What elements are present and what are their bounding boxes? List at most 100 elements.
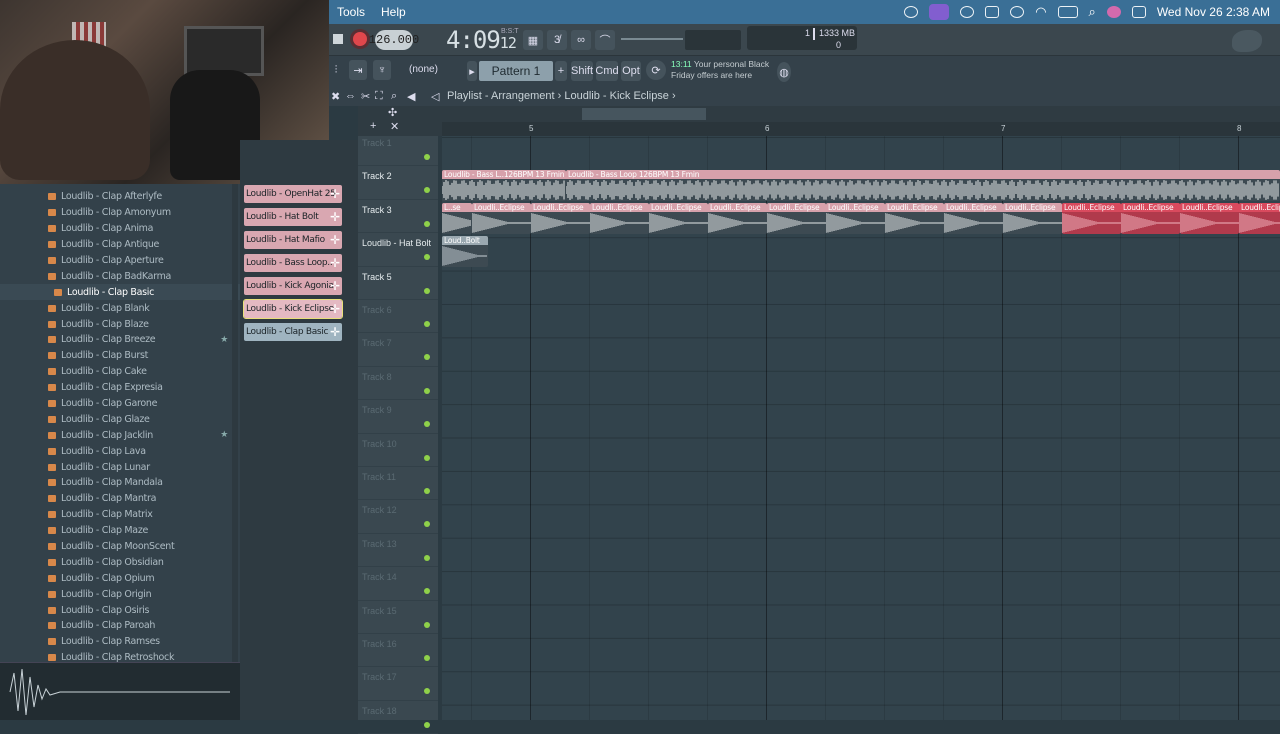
playlist-menu-icon[interactable]: ◁ xyxy=(431,90,439,103)
audio-clip[interactable]: Loudli..Eclipse xyxy=(1239,203,1280,234)
control-center-icon[interactable] xyxy=(1131,6,1146,18)
channel-add-icon[interactable]: ✛ xyxy=(328,208,342,226)
loop-record-icon[interactable]: ∞ xyxy=(571,30,591,50)
typing-keyboard-icon[interactable]: ▦ xyxy=(523,30,543,50)
playlist-grid[interactable]: Loudlib - Bass L..126BPM 13 Fmin Loudlib … xyxy=(442,136,1280,720)
audio-clip[interactable]: Loudli..Eclipse xyxy=(1003,203,1062,234)
browser-item[interactable]: Loudlib - Clap Matrix xyxy=(0,507,240,523)
add-track-icon[interactable]: + xyxy=(370,120,376,132)
channel-add-icon[interactable]: ✛ xyxy=(328,231,342,249)
menu-help[interactable]: Help xyxy=(373,5,414,19)
channel-add-icon[interactable]: ✛ xyxy=(328,323,342,341)
track-mute-led[interactable] xyxy=(424,287,430,294)
play-circle-icon[interactable] xyxy=(1010,6,1025,18)
browser-item[interactable]: Loudlib - Clap MoonScent xyxy=(0,539,240,555)
audio-clip[interactable]: Loudlib - Bass L..126BPM 13 Fmin xyxy=(442,170,566,201)
browser-item[interactable]: Loudlib - Clap Jacklin ★ xyxy=(0,427,240,443)
speaker-icon[interactable]: ◀ xyxy=(407,90,415,103)
add-pattern-button[interactable]: + xyxy=(555,61,567,81)
browser-item[interactable]: Loudlib - Clap Glaze xyxy=(0,411,240,427)
track-header[interactable]: Loudlib - Hat Bolt xyxy=(358,233,438,267)
display-icon[interactable] xyxy=(985,6,1000,18)
metronome-icon[interactable]: ⌒ xyxy=(595,30,615,50)
browser-item[interactable]: Loudlib - Clap Blaze xyxy=(0,316,240,332)
track-header[interactable]: Track 15 xyxy=(358,601,438,634)
browser-item[interactable]: Loudlib - Clap Expresia xyxy=(0,380,240,396)
audio-clip[interactable]: Loudli..Eclipse xyxy=(826,203,885,234)
menu-tools[interactable]: Tools xyxy=(329,5,373,19)
zoom-icon[interactable]: ⌕ xyxy=(391,90,397,103)
track-header[interactable]: Track 2 xyxy=(358,166,438,200)
browser-item[interactable]: Loudlib - Clap Mandala xyxy=(0,475,240,491)
track-header[interactable]: Track 12 xyxy=(358,500,438,534)
audio-clip[interactable]: Loudli..Eclipse xyxy=(472,203,531,234)
channel-add-icon[interactable]: ✛ xyxy=(328,277,342,295)
browser-item[interactable]: Loudlib - Clap BadKarma xyxy=(0,268,240,284)
shift-button[interactable]: Shift xyxy=(571,61,593,81)
track-mute-led[interactable] xyxy=(424,721,430,728)
audio-clip[interactable]: Loudli..Eclipse xyxy=(885,203,944,234)
favorite-star-icon[interactable]: ★ xyxy=(220,430,228,440)
track-header[interactable]: Track 7 xyxy=(358,333,438,367)
arrows-icon[interactable]: ⇔ xyxy=(345,90,356,102)
master-volume-slider[interactable] xyxy=(621,38,683,40)
track-mute-led[interactable] xyxy=(424,220,430,227)
channel-add-icon[interactable]: ✛ xyxy=(328,185,342,203)
track-mute-led[interactable] xyxy=(424,688,430,695)
audio-clip[interactable]: Loud..Bolt xyxy=(442,236,488,267)
browser-item[interactable]: Loudlib - Clap Garone xyxy=(0,396,240,412)
record-button[interactable] xyxy=(353,32,367,46)
eye-icon[interactable] xyxy=(960,6,975,18)
pattern-prev-icon[interactable]: ▸ xyxy=(467,61,477,81)
browser-item[interactable]: Loudlib - Clap Afterlyfe xyxy=(0,189,240,205)
track-mute-led[interactable] xyxy=(424,554,430,561)
track-header[interactable]: Track 1 xyxy=(358,133,438,167)
track-header[interactable]: Track 8 xyxy=(358,367,438,401)
browser-item[interactable]: Loudlib - Clap Breeze ★ xyxy=(0,332,240,348)
tempo-display[interactable]: 126.000 xyxy=(369,30,419,50)
browser-item[interactable]: Loudlib - Clap Maze xyxy=(0,523,240,539)
timeline-ruler[interactable]: 5 6 7 8 xyxy=(442,122,1280,136)
browser-item[interactable]: Loudlib - Clap Origin xyxy=(0,586,240,602)
siri-icon[interactable] xyxy=(1106,6,1121,18)
search-icon[interactable]: ⌕ xyxy=(1089,4,1096,20)
pattern-selector[interactable]: (none) xyxy=(409,64,438,75)
audio-clip[interactable]: Loudli..Eclipse xyxy=(1121,203,1180,234)
track-mute-led[interactable] xyxy=(424,421,430,428)
track-mute-led[interactable] xyxy=(424,621,430,628)
channel-add-icon[interactable]: ✛ xyxy=(328,300,342,318)
browser-item[interactable]: Loudlib - Clap Aperture xyxy=(0,253,240,269)
track-header[interactable]: Track 13 xyxy=(358,534,438,568)
magnet-icon[interactable]: ✣ xyxy=(388,106,397,119)
track-header[interactable]: Track 18 xyxy=(358,701,438,734)
channel-rack-icon[interactable]: ⇥ xyxy=(349,60,367,80)
track-mute-led[interactable] xyxy=(424,187,430,194)
globe-icon[interactable]: ◍ xyxy=(777,62,791,82)
browser-item[interactable]: Loudlib - Clap Mantra xyxy=(0,491,240,507)
master-pitch-slider[interactable] xyxy=(685,30,741,50)
track-mute-led[interactable] xyxy=(424,521,430,528)
track-mute-led[interactable] xyxy=(424,454,430,461)
delete-track-icon[interactable]: ✕ xyxy=(390,120,399,133)
track-header[interactable]: Track 3 xyxy=(358,200,438,234)
creative-cloud-icon[interactable] xyxy=(904,6,919,18)
browser-item[interactable]: Loudlib - Clap Basic xyxy=(0,284,240,301)
channel-add-icon[interactable]: ✛ xyxy=(328,254,342,272)
track-header[interactable]: Track 11 xyxy=(358,467,438,501)
audio-clip[interactable]: Loudli..Eclipse xyxy=(708,203,767,234)
select-icon[interactable]: ⛶ xyxy=(375,90,383,103)
audio-clip[interactable]: Loudli..Eclipse xyxy=(531,203,590,234)
track-mute-led[interactable] xyxy=(424,387,430,394)
track-header[interactable]: Track 5 xyxy=(358,267,438,300)
track-header[interactable]: Track 17 xyxy=(358,667,438,701)
audio-clip[interactable]: Loudli..Eclipse xyxy=(1180,203,1239,234)
browser-item[interactable]: Loudlib - Clap Blank xyxy=(0,300,240,316)
track-mute-led[interactable] xyxy=(424,655,430,661)
menubar-datetime[interactable]: Wed Nov 26 2:38 AM xyxy=(1157,5,1270,19)
track-header[interactable]: Track 14 xyxy=(358,567,438,601)
track-mute-led[interactable] xyxy=(424,154,430,160)
browser-scrollbar[interactable] xyxy=(232,184,238,662)
audio-clip[interactable]: Loudli..Eclipse xyxy=(590,203,649,234)
audio-clip[interactable]: Loudli..Eclipse xyxy=(944,203,1003,234)
audio-clip[interactable]: Loudli..Eclipse xyxy=(1062,203,1121,234)
